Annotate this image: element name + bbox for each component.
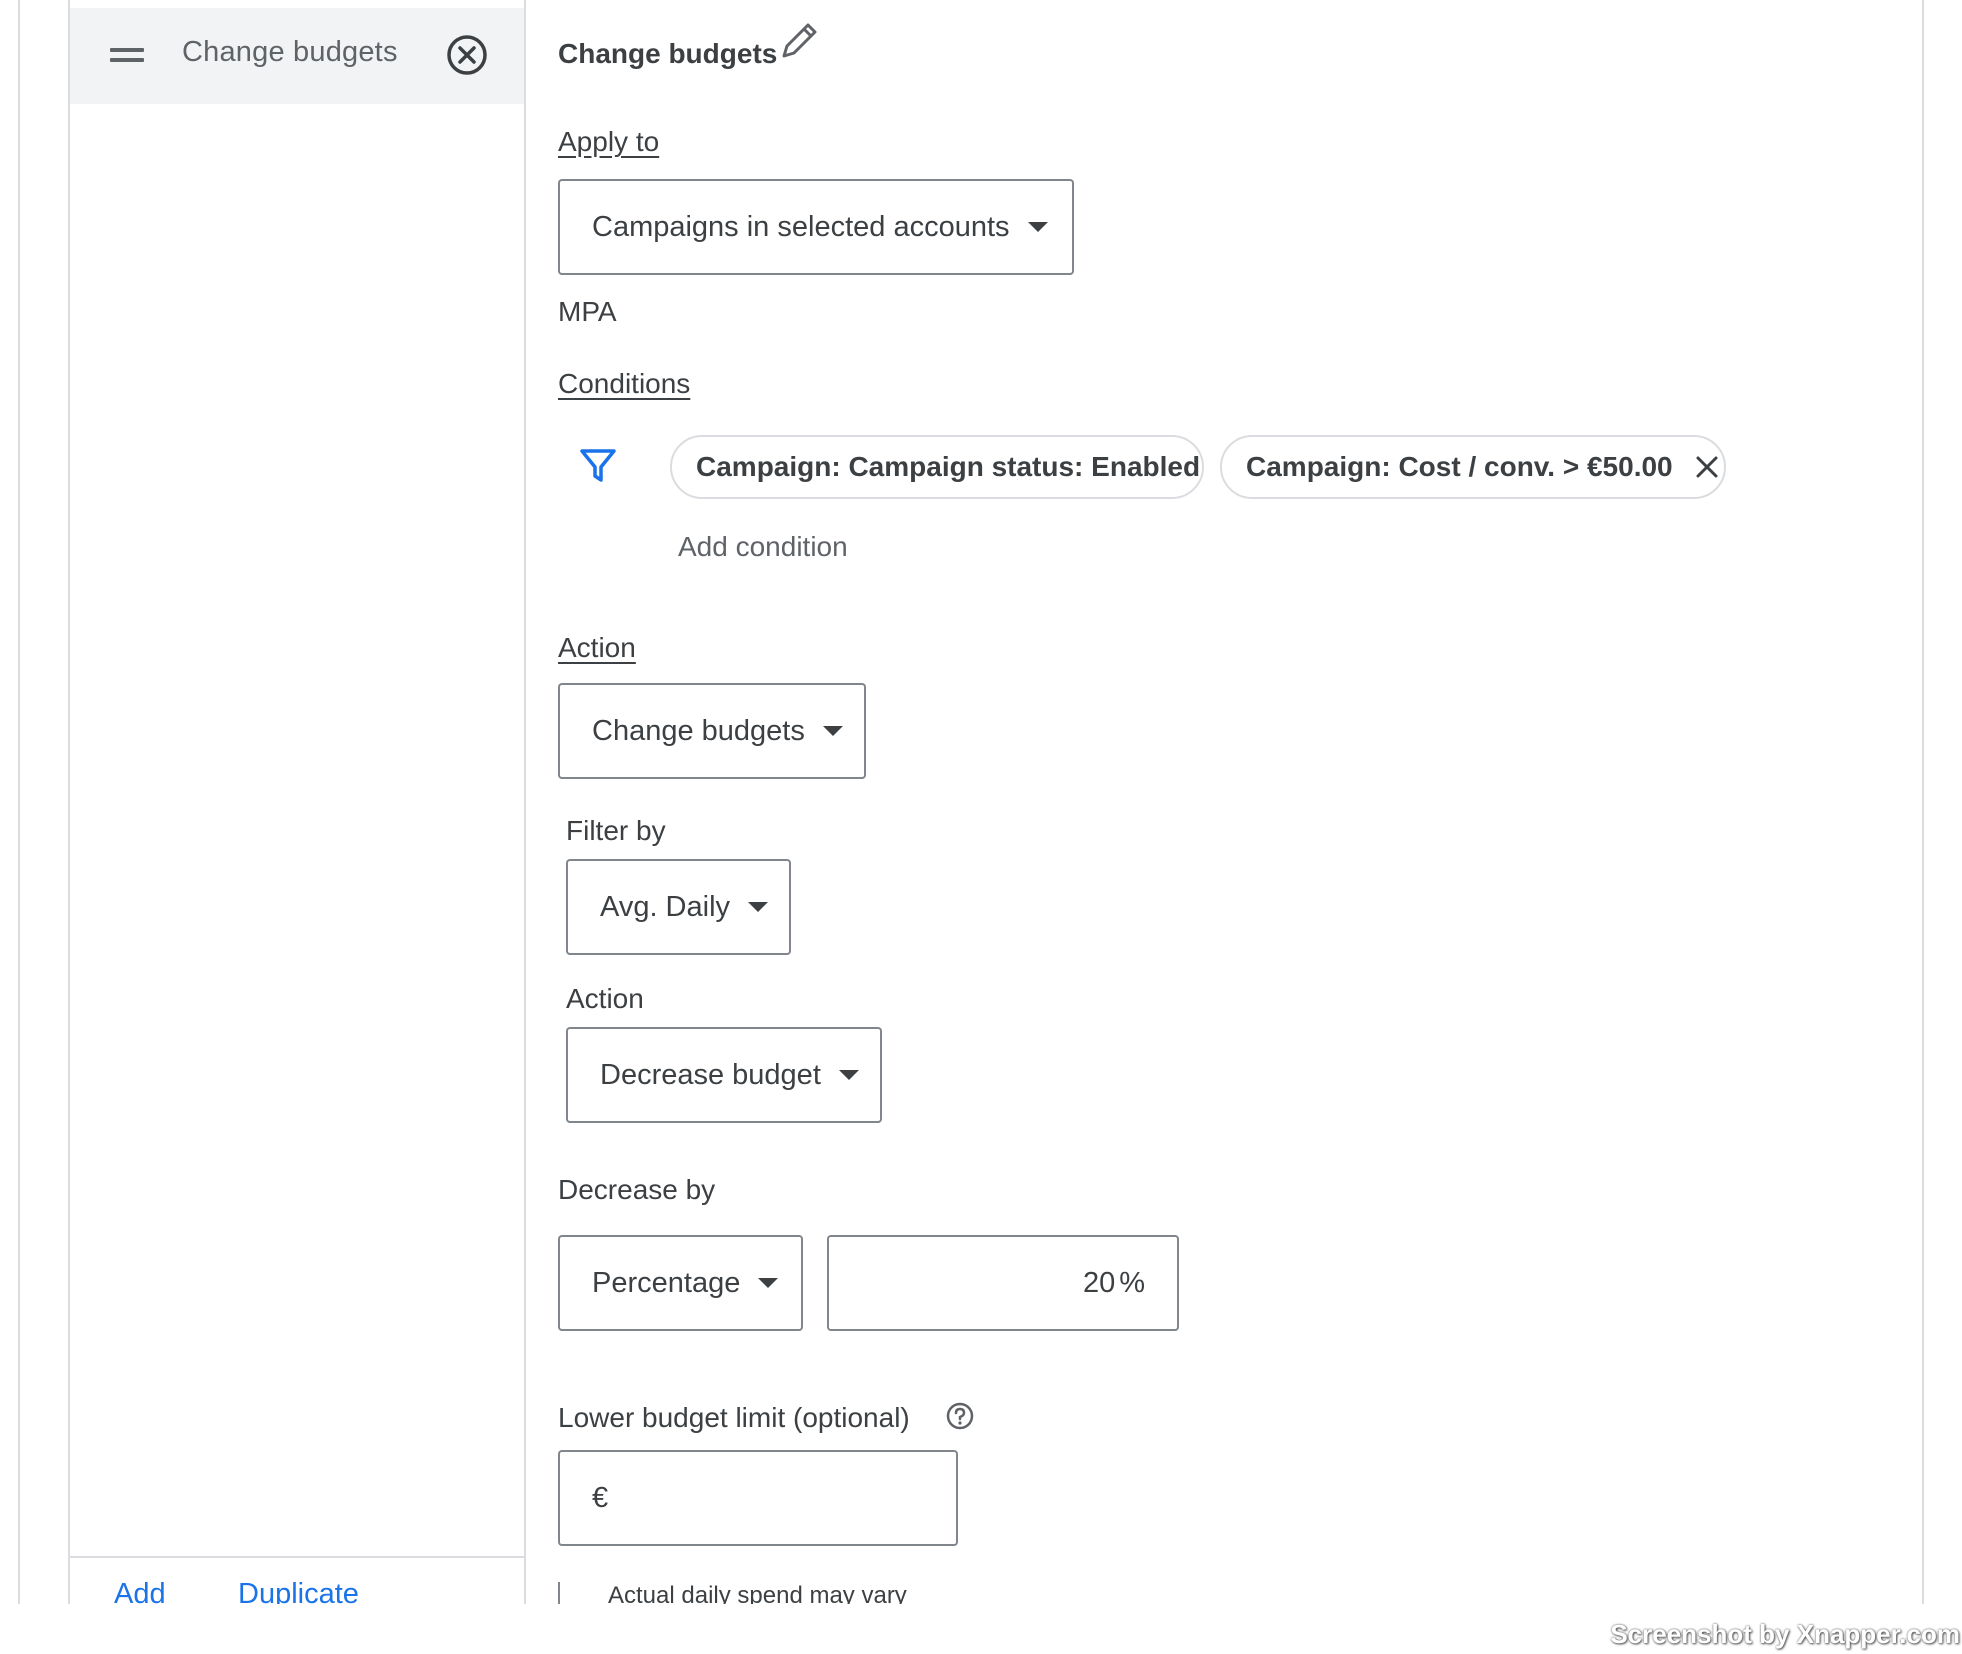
main-right-border [1922, 0, 1924, 1604]
sidebar-footer-divider [70, 1556, 524, 1558]
edit-pencil-icon[interactable] [778, 18, 822, 62]
sub-action-label: Action [566, 983, 644, 1014]
chevron-down-icon [748, 902, 769, 912]
filter-by-value: Avg. Daily [600, 890, 731, 923]
percent-suffix: % [1119, 1266, 1145, 1299]
condition-text: Campaign: Campaign status: Enabled [696, 451, 1201, 482]
chevron-down-icon [822, 726, 843, 736]
drag-handle-icon[interactable] [110, 48, 144, 62]
action-label: Action [558, 632, 636, 663]
chevron-down-icon [1027, 222, 1048, 232]
action-value: Change budgets [592, 714, 805, 747]
decrease-type-value: Percentage [592, 1266, 741, 1299]
rule-editor-page: Change budgets Add Duplicate Change budg… [0, 0, 1962, 1654]
note-bar [558, 1582, 560, 1604]
currency-symbol: € [592, 1481, 609, 1514]
sidebar-right-border [524, 0, 526, 1604]
apply-to-value: Campaigns in selected accounts [592, 210, 1010, 243]
lower-budget-limit-label: Lower budget limit (optional) [558, 1402, 910, 1433]
sidebar-item-label: Change budgets [182, 36, 398, 68]
help-icon[interactable] [945, 1401, 975, 1431]
rule-title: Change budgets [558, 38, 778, 69]
remove-condition-icon[interactable] [1695, 455, 1719, 479]
lower-budget-limit-input[interactable]: € [558, 1450, 958, 1546]
outer-left-border [18, 0, 20, 1604]
action-dropdown[interactable]: Change budgets [558, 683, 866, 779]
condition-text: Campaign: Cost / conv. > €50.00 [1246, 451, 1673, 482]
apply-to-label: Apply to [558, 126, 660, 157]
decrease-type-dropdown[interactable]: Percentage [558, 1235, 803, 1331]
conditions-label: Conditions [558, 368, 691, 399]
account-name: MPA [558, 296, 617, 327]
sub-action-dropdown[interactable]: Decrease budget [566, 1027, 882, 1123]
decrease-amount-value: 20 [1082, 1266, 1116, 1299]
remove-rule-icon[interactable] [446, 34, 488, 76]
decrease-amount-input[interactable]: 20 % [827, 1235, 1179, 1331]
filter-by-dropdown[interactable]: Avg. Daily [566, 859, 791, 955]
chevron-down-icon [838, 1070, 859, 1080]
decrease-by-label: Decrease by [558, 1174, 716, 1205]
chevron-down-icon [758, 1278, 779, 1288]
filter-by-label: Filter by [566, 815, 666, 846]
apply-to-dropdown[interactable]: Campaigns in selected accounts [558, 179, 1074, 275]
condition-chip[interactable]: Campaign: Campaign status: Enabled [670, 435, 1204, 499]
sub-action-value: Decrease budget [600, 1058, 821, 1091]
watermark: Screenshot by Xnapper.com [1610, 1619, 1960, 1649]
condition-chip[interactable]: Campaign: Cost / conv. > €50.00 [1220, 435, 1726, 499]
sidebar-left-border [68, 0, 70, 1604]
add-condition-button[interactable]: Add condition [678, 531, 848, 563]
filter-icon [578, 446, 618, 486]
